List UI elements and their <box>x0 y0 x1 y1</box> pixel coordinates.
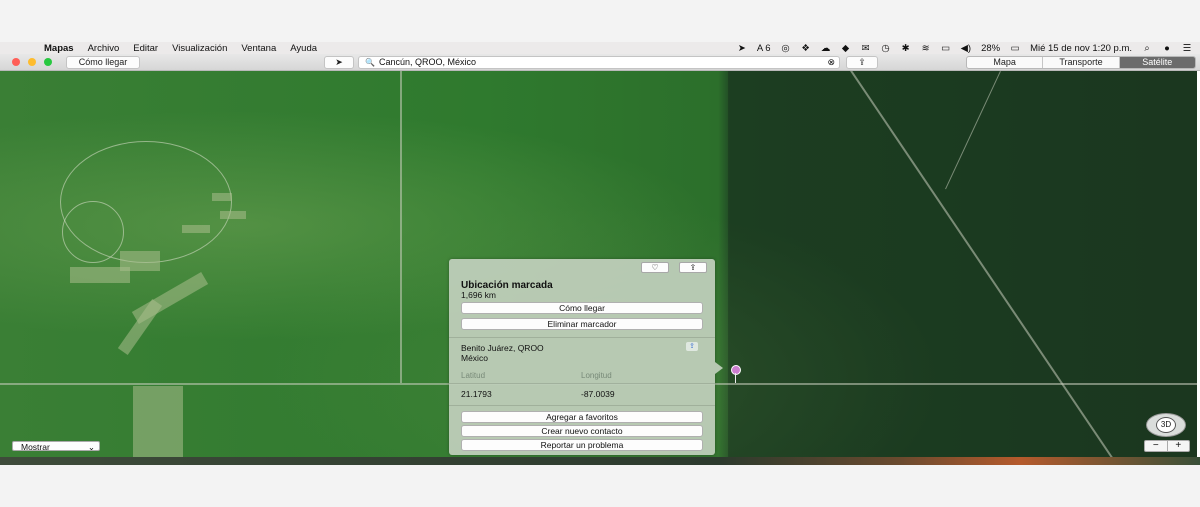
close-window-button[interactable] <box>12 58 20 66</box>
menu-editar[interactable]: Editar <box>133 43 158 54</box>
menu-ventana[interactable]: Ventana <box>241 43 276 54</box>
zoom-out-button[interactable]: − <box>1145 441 1168 451</box>
airplay-icon[interactable]: ▭ <box>941 43 951 54</box>
current-location-button[interactable]: ➤ <box>324 56 354 69</box>
remove-pin-button[interactable]: Eliminar marcador <box>461 318 703 330</box>
address-line-1: Benito Juárez, QROO <box>461 343 544 353</box>
notification-center-icon[interactable]: ☰ <box>1182 43 1192 54</box>
divider <box>449 337 715 338</box>
creative-cloud-icon[interactable]: ◎ <box>781 43 791 54</box>
show-dropdown-label: Mostrar <box>21 442 50 452</box>
wifi-icon[interactable]: ≋ <box>921 43 931 54</box>
zoom-control: − + <box>1144 440 1190 452</box>
zoom-window-button[interactable] <box>44 58 52 66</box>
new-contact-button[interactable]: Crear nuevo contacto <box>461 425 703 437</box>
bluetooth-icon[interactable]: ✱ <box>901 43 911 54</box>
menu-visualizacion[interactable]: Visualización <box>172 43 227 54</box>
menu-bar: Mapas Archivo Editar Visualización Venta… <box>0 42 1200 54</box>
address-line-2: México <box>461 353 488 363</box>
dropped-pin[interactable] <box>731 365 741 375</box>
menu-mapas[interactable]: Mapas <box>44 43 74 54</box>
compass-control[interactable]: 3D <box>1146 413 1186 437</box>
address: Benito Juárez, QROO México <box>461 343 544 363</box>
battery-icon[interactable]: ▭ <box>1010 43 1020 54</box>
battery-percent[interactable]: 28% <box>981 43 1000 54</box>
search-icon: 🔍 <box>365 58 375 67</box>
tab-transporte[interactable]: Transporte <box>1043 57 1120 68</box>
latitude-value: 21.1793 <box>461 389 492 399</box>
clearing <box>220 211 246 219</box>
share-location-button[interactable]: ⇪ <box>679 262 707 273</box>
longitude-value: -87.0039 <box>581 389 615 399</box>
tab-satelite[interactable]: Satélite <box>1119 57 1195 68</box>
divider <box>449 383 715 384</box>
app-icon[interactable]: ◆ <box>841 43 851 54</box>
siri-icon[interactable]: ● <box>1162 43 1172 54</box>
distance: 1,696 km <box>461 290 496 300</box>
adobe-icon[interactable]: A 6 <box>757 43 771 54</box>
dropbox-icon[interactable]: ❖ <box>801 43 811 54</box>
clear-search-icon[interactable]: ⊗ <box>827 57 835 68</box>
pin-stem <box>735 373 736 383</box>
search-field[interactable]: 🔍 Cancún, QROO, México ⊗ <box>358 56 840 69</box>
popover-arrow <box>715 362 723 374</box>
desktop-background-strip <box>0 457 1200 465</box>
show-dropdown[interactable]: Mostrar ⌄ <box>12 441 100 452</box>
curved-path <box>60 141 232 263</box>
toolbar: Cómo llegar ➤ 🔍 Cancún, QROO, México ⊗ ⇪… <box>0 54 1200 71</box>
menu-archivo[interactable]: Archivo <box>88 43 120 54</box>
clearing <box>212 193 232 201</box>
directions-popover-button[interactable]: Cómo llegar <box>461 302 703 314</box>
cloud-app-icon[interactable]: ☁ <box>821 43 831 54</box>
location-popover: ♡ ⇪ Ubicación marcada 1,696 km Cómo lleg… <box>449 259 723 455</box>
add-favorite-button[interactable]: Agregar a favoritos <box>461 411 703 423</box>
status-area: ➤ A 6 ◎ ❖ ☁ ◆ ✉ ◷ ✱ ≋ ▭ ◀) 28% ▭ Mié 15 … <box>737 42 1192 54</box>
zoom-in-button[interactable]: + <box>1168 441 1190 451</box>
clearing <box>133 386 183 457</box>
menu-ayuda[interactable]: Ayuda <box>290 43 317 54</box>
map-view-selector: Mapa Transporte Satélite <box>966 56 1196 69</box>
3d-button[interactable]: 3D <box>1156 417 1176 433</box>
report-problem-button[interactable]: Reportar un problema <box>461 439 703 451</box>
adobe-badge-count: 6 <box>765 42 771 54</box>
longitude-label: Longitud <box>581 371 612 380</box>
clearing <box>70 267 130 283</box>
clock[interactable]: Mié 15 de nov 1:20 p.m. <box>1030 43 1132 54</box>
share-button[interactable]: ⇪ <box>846 56 878 69</box>
share-address-icon[interactable]: ⇪ <box>686 342 698 351</box>
mail-icon[interactable]: ✉ <box>861 43 871 54</box>
time-machine-icon[interactable]: ◷ <box>881 43 891 54</box>
directions-button[interactable]: Cómo llegar <box>66 56 140 69</box>
search-input[interactable]: Cancún, QROO, México <box>379 57 476 68</box>
vertical-path <box>400 71 402 383</box>
darker-forest-area <box>728 71 1197 457</box>
location-services-icon[interactable]: ➤ <box>737 43 747 54</box>
volume-icon[interactable]: ◀) <box>961 43 971 54</box>
tab-mapa[interactable]: Mapa <box>967 57 1044 68</box>
spotlight-icon[interactable]: ⌕ <box>1142 43 1152 54</box>
minimize-window-button[interactable] <box>28 58 36 66</box>
latitude-label: Latitud <box>461 371 486 380</box>
divider <box>449 405 715 406</box>
clearing <box>182 225 210 233</box>
favorite-heart-button[interactable]: ♡ <box>641 262 669 273</box>
chevron-down-icon: ⌄ <box>87 442 95 452</box>
